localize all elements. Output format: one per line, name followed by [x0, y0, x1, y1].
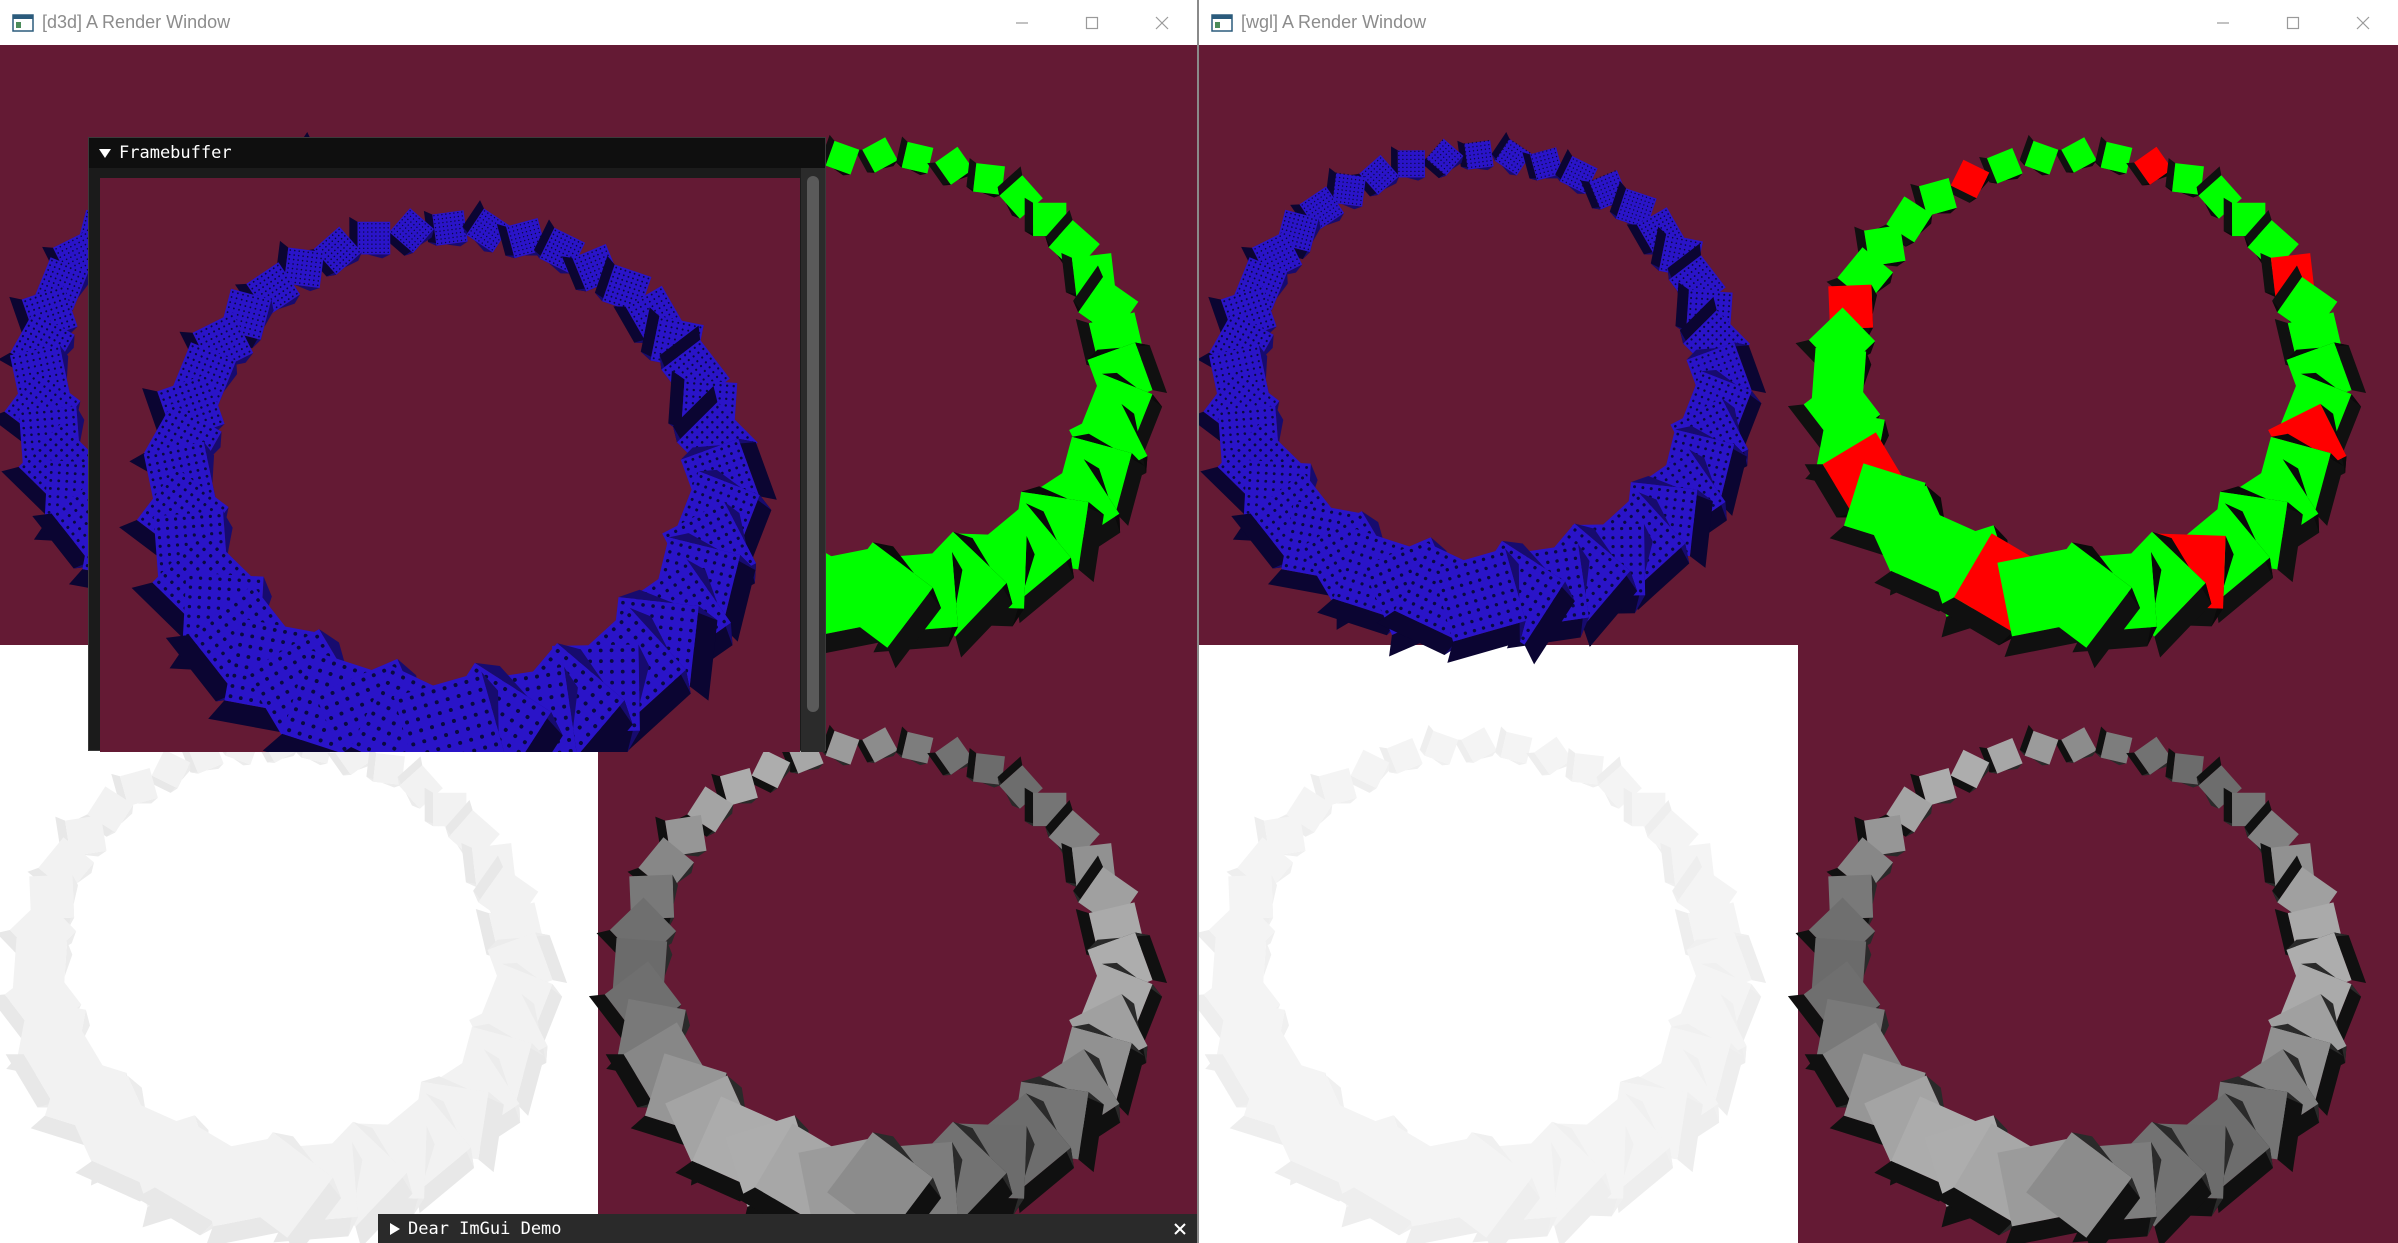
- close-icon: [2356, 16, 2370, 29]
- minimize-icon: [2217, 21, 2229, 24]
- wgl-scene: [1199, 45, 2398, 1243]
- minimize-button[interactable]: [987, 0, 1057, 45]
- framebuffer-image: [100, 178, 800, 752]
- minimize-icon: [1016, 21, 1028, 24]
- imgui-demo-close-button[interactable]: [1169, 1218, 1191, 1240]
- framebuffer-scroll-grab[interactable]: [807, 176, 819, 712]
- window-title: [wgl] A Render Window: [1241, 12, 1427, 32]
- close-icon: [1174, 1223, 1186, 1235]
- minimize-button[interactable]: [2188, 0, 2258, 45]
- close-button[interactable]: [2328, 0, 2398, 45]
- maximize-icon: [2286, 16, 2300, 29]
- d3d-viewport[interactable]: Framebuffer Dear ImGui Demo: [0, 45, 1197, 1243]
- window-title: [d3d] A Render Window: [42, 12, 231, 32]
- framebuffer-title: Framebuffer: [119, 143, 232, 163]
- imgui-demo-window-collapsed[interactable]: Dear ImGui Demo: [378, 1214, 1197, 1243]
- imgui-demo-title: Dear ImGui Demo: [408, 1218, 562, 1239]
- close-icon: [1155, 16, 1169, 29]
- maximize-button[interactable]: [1057, 0, 1127, 45]
- wgl-viewport[interactable]: [1199, 45, 2398, 1243]
- app-window-icon: [12, 13, 34, 33]
- framebuffer-scrollbar[interactable]: [801, 168, 825, 752]
- expand-triangle-icon[interactable]: [388, 1221, 402, 1237]
- framebuffer-scene: [100, 178, 800, 752]
- maximize-button[interactable]: [2258, 0, 2328, 45]
- d3d-render-window[interactable]: [d3d] A Render Window Framebuffer Dear I…: [0, 0, 1197, 1243]
- framebuffer-window[interactable]: Framebuffer: [88, 137, 826, 752]
- framebuffer-titlebar[interactable]: Framebuffer: [89, 138, 825, 168]
- wgl-titlebar[interactable]: [wgl] A Render Window: [1199, 0, 2398, 45]
- maximize-icon: [1085, 16, 1099, 29]
- close-button[interactable]: [1127, 0, 1197, 45]
- wgl-render-window[interactable]: [wgl] A Render Window: [1199, 0, 2398, 1243]
- app-window-icon: [1211, 13, 1233, 33]
- d3d-titlebar[interactable]: [d3d] A Render Window: [0, 0, 1197, 45]
- collapse-triangle-icon[interactable]: [97, 145, 113, 161]
